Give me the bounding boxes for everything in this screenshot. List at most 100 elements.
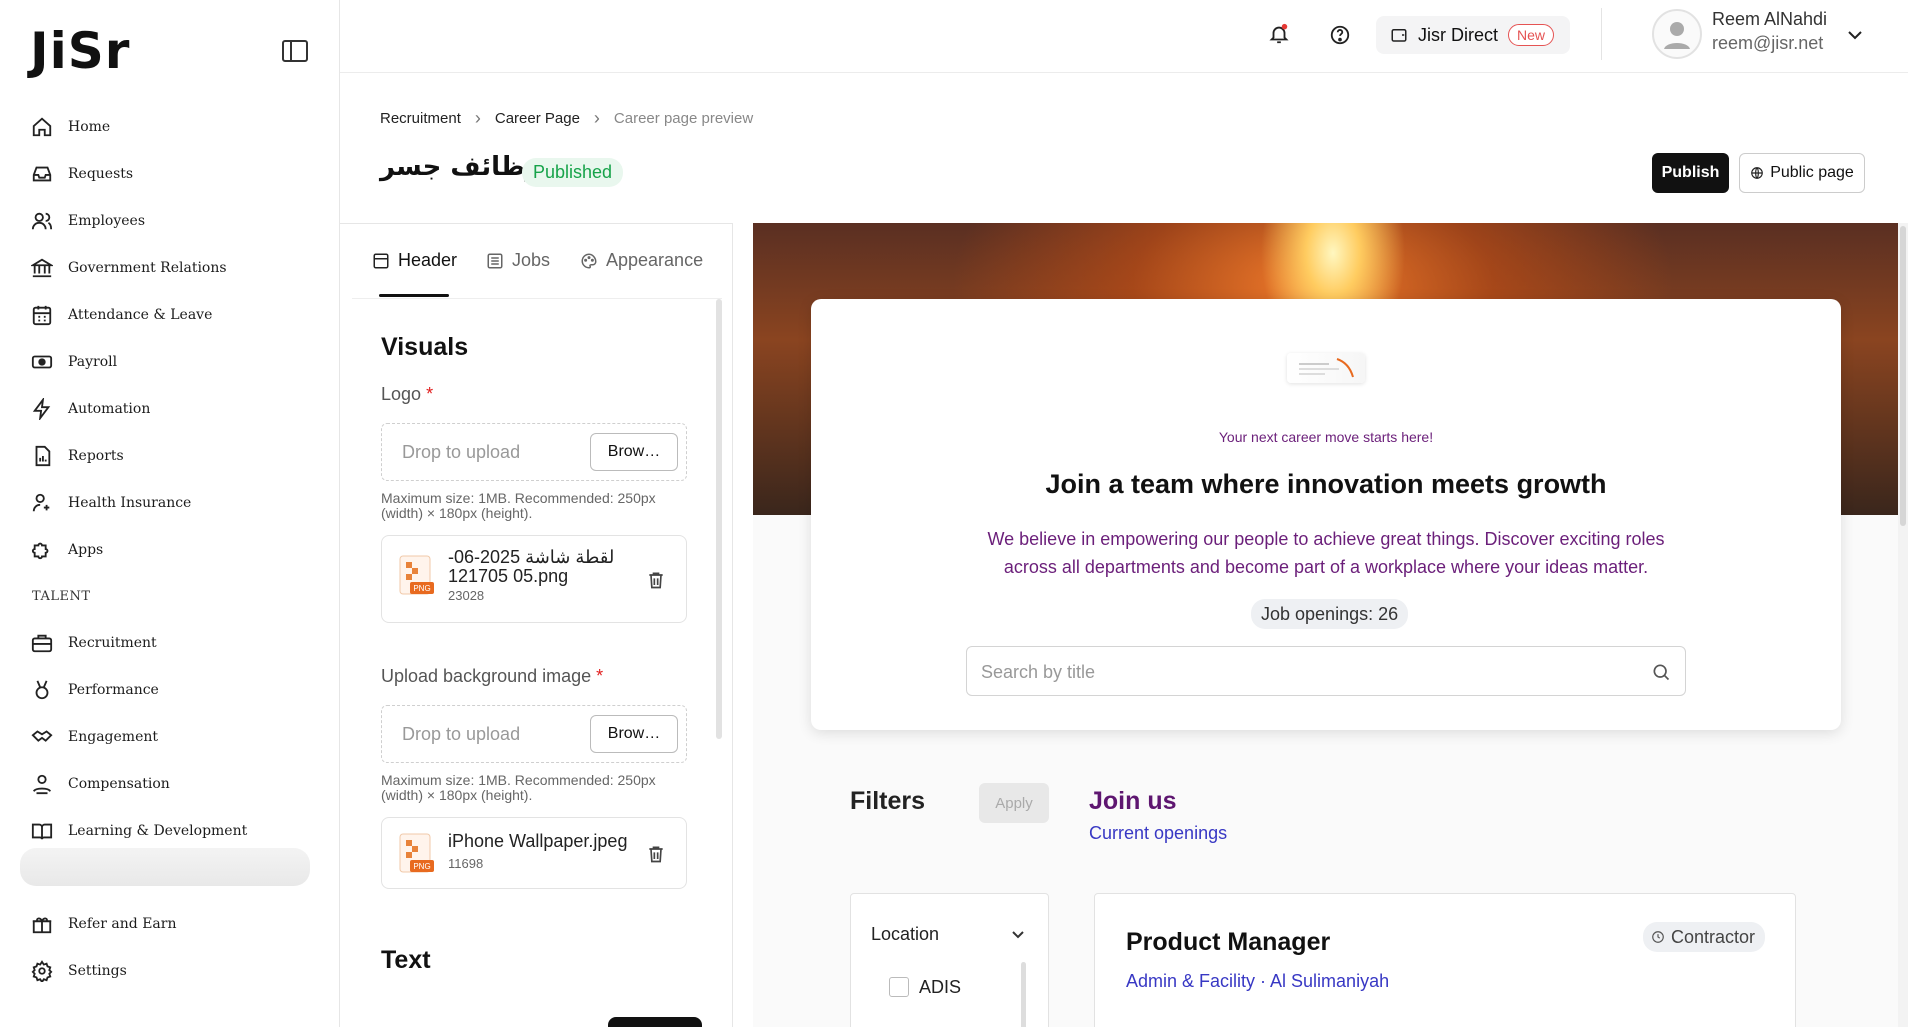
user-name: Reem AlNahdi xyxy=(1712,9,1828,29)
logo-label: Logo * xyxy=(381,384,433,405)
editor-panel: Header Jobs Appearance Visuals Logo * Dr… xyxy=(340,223,733,1027)
drop-text: Drop to upload xyxy=(402,724,521,744)
sidebar-item-label: Learning & Development xyxy=(68,823,248,839)
search-icon[interactable] xyxy=(1651,662,1671,682)
sidebar-item-government-relations[interactable]: Government Relations xyxy=(30,251,227,285)
sidebar-item-home[interactable]: Home xyxy=(30,110,110,144)
sidebar-item-compensation[interactable]: Compensation xyxy=(30,767,170,801)
sidebar-item-label: Requests xyxy=(68,166,134,182)
location-filter: Location ADIS xyxy=(850,893,1049,1027)
sidebar-item-payroll[interactable]: Payroll xyxy=(30,345,117,379)
inbox-icon xyxy=(30,162,54,186)
background-drop-zone[interactable]: Drop to upload Brow… xyxy=(381,705,687,763)
user-email: reem@jisr.net xyxy=(1712,33,1824,53)
jisr-direct-button[interactable]: Jisr Direct New xyxy=(1376,16,1570,54)
logo-file-card: PNG لقطة شاشة 2025-06-05 121705.png 2302… xyxy=(381,535,687,623)
help-icon[interactable] xyxy=(1329,24,1351,46)
tab-appearance[interactable]: Appearance xyxy=(580,250,703,271)
page-scrollbar-thumb[interactable] xyxy=(1900,226,1906,526)
new-badge: New xyxy=(1508,24,1555,46)
public-page-label: Public page xyxy=(1770,164,1854,181)
logo-browse-button[interactable]: Brow… xyxy=(590,433,678,471)
breadcrumb-recruitment[interactable]: Recruitment xyxy=(380,110,461,127)
background-size-hint: Maximum size: 1MB. Recommended: 250px (w… xyxy=(381,772,656,803)
money-icon xyxy=(30,350,54,374)
logo-label-text: Logo xyxy=(381,384,422,404)
background-label: Upload background image * xyxy=(381,666,603,687)
sidebar-item-requests[interactable]: Requests xyxy=(30,157,133,191)
jisr-direct-label: Jisr Direct xyxy=(1418,24,1498,45)
trash-icon[interactable] xyxy=(646,570,666,590)
users-icon xyxy=(30,209,54,233)
tab-jobs-label: Jobs xyxy=(512,250,551,270)
chevron-down-icon[interactable] xyxy=(1846,28,1864,42)
job-meta: Admin & Facility · Al Sulimaniyah xyxy=(1126,971,1390,991)
puzzle-icon xyxy=(30,538,54,562)
health-icon xyxy=(30,491,54,515)
status-badge: Published xyxy=(522,158,624,187)
sidebar-item-employees[interactable]: Employees xyxy=(30,204,145,238)
png-label: PNG xyxy=(413,862,430,871)
sidebar-item-health-insurance[interactable]: Health Insurance xyxy=(30,486,191,520)
background-file-name: iPhone Wallpaper.jpeg xyxy=(448,831,628,851)
sidebar-item-automation[interactable]: Automation xyxy=(30,392,150,426)
list-icon xyxy=(487,253,503,268)
sidebar-item-reports[interactable]: Reports xyxy=(30,439,124,473)
gear-icon xyxy=(30,959,54,983)
sidebar-item-attendance[interactable]: Attendance & Leave xyxy=(30,298,212,332)
sidebar-item-refer-and-earn[interactable]: Refer and Earn xyxy=(30,907,177,941)
breadcrumb-current: Career page preview xyxy=(613,110,754,127)
png-file-icon: PNG xyxy=(399,833,434,873)
current-openings-link[interactable]: Current openings xyxy=(1089,823,1227,844)
sidebar-item-label: Attendance & Leave xyxy=(68,307,213,323)
background-browse-button[interactable]: Brow… xyxy=(590,715,678,753)
logo-file-size: 23028 xyxy=(448,588,485,603)
logo-drop-zone[interactable]: Drop to upload Brow… xyxy=(381,423,687,481)
sidebar-item-label: Refer and Earn xyxy=(68,916,177,932)
publish-button[interactable]: Publish xyxy=(1652,153,1729,193)
top-bar: Jisr Direct New Reem AlNahdi reem@jisr.n… xyxy=(340,0,1908,73)
bell-icon[interactable] xyxy=(1268,23,1290,45)
page-title: وظائف جسر xyxy=(380,152,542,182)
editor-scrollbar[interactable] xyxy=(716,299,722,739)
sidebar-item-learning[interactable]: Learning & Development xyxy=(30,814,247,848)
job-card[interactable]: Product Manager Admin & Facility · Al Su… xyxy=(1094,893,1796,1027)
sidebar-item-label: Settings xyxy=(68,963,127,979)
chevron-down-icon[interactable] xyxy=(1011,928,1025,942)
wallet-icon xyxy=(1391,29,1407,42)
sidebar-item-performance[interactable]: Performance xyxy=(30,673,159,707)
hero-title: Join a team where innovation meets growt… xyxy=(1045,469,1607,499)
hero-card: Your next career move starts here! Join … xyxy=(811,299,1841,730)
avatar[interactable] xyxy=(1652,9,1702,59)
palette-icon xyxy=(581,252,597,269)
apply-filters-button[interactable]: Apply xyxy=(979,783,1049,823)
save-button[interactable] xyxy=(608,1017,702,1027)
search-input[interactable] xyxy=(981,659,1631,685)
tab-jobs[interactable]: Jobs xyxy=(486,250,550,271)
sidebar-item-settings[interactable]: Settings xyxy=(30,954,127,988)
breadcrumb: Recruitment › Career Page › Career page … xyxy=(380,108,753,129)
sidebar-item-apps[interactable]: Apps xyxy=(30,533,103,567)
trash-icon[interactable] xyxy=(646,844,666,864)
sidebar-item-label: Employees xyxy=(68,213,146,229)
sidebar-collapse-icon[interactable] xyxy=(282,40,308,62)
sidebar-item-recruitment[interactable]: Recruitment xyxy=(30,626,157,660)
filter-scrollbar[interactable] xyxy=(1021,962,1026,1027)
job-type-badge: Contractor xyxy=(1642,922,1765,952)
job-search-box[interactable] xyxy=(966,646,1686,696)
breadcrumb-career-page[interactable]: Career Page xyxy=(495,110,580,127)
public-page-button[interactable]: Public page xyxy=(1739,153,1865,193)
topbar-divider xyxy=(1601,8,1602,60)
job-openings-badge: Job openings: 26 xyxy=(1251,599,1409,629)
visuals-heading: Visuals xyxy=(381,333,469,361)
required-mark: * xyxy=(426,384,434,404)
filter-location-label[interactable]: Location xyxy=(871,924,939,945)
tab-header[interactable]: Header xyxy=(372,250,457,271)
filter-checkbox[interactable] xyxy=(889,977,909,997)
tab-divider xyxy=(352,298,722,299)
sidebar-item-engagement[interactable]: Engagement xyxy=(30,720,158,754)
automation-icon xyxy=(30,397,54,421)
jisr-logo[interactable]: JiSr xyxy=(30,26,130,76)
job-title[interactable]: Product Manager xyxy=(1126,928,1330,957)
chevron-right-icon: › xyxy=(593,108,600,128)
